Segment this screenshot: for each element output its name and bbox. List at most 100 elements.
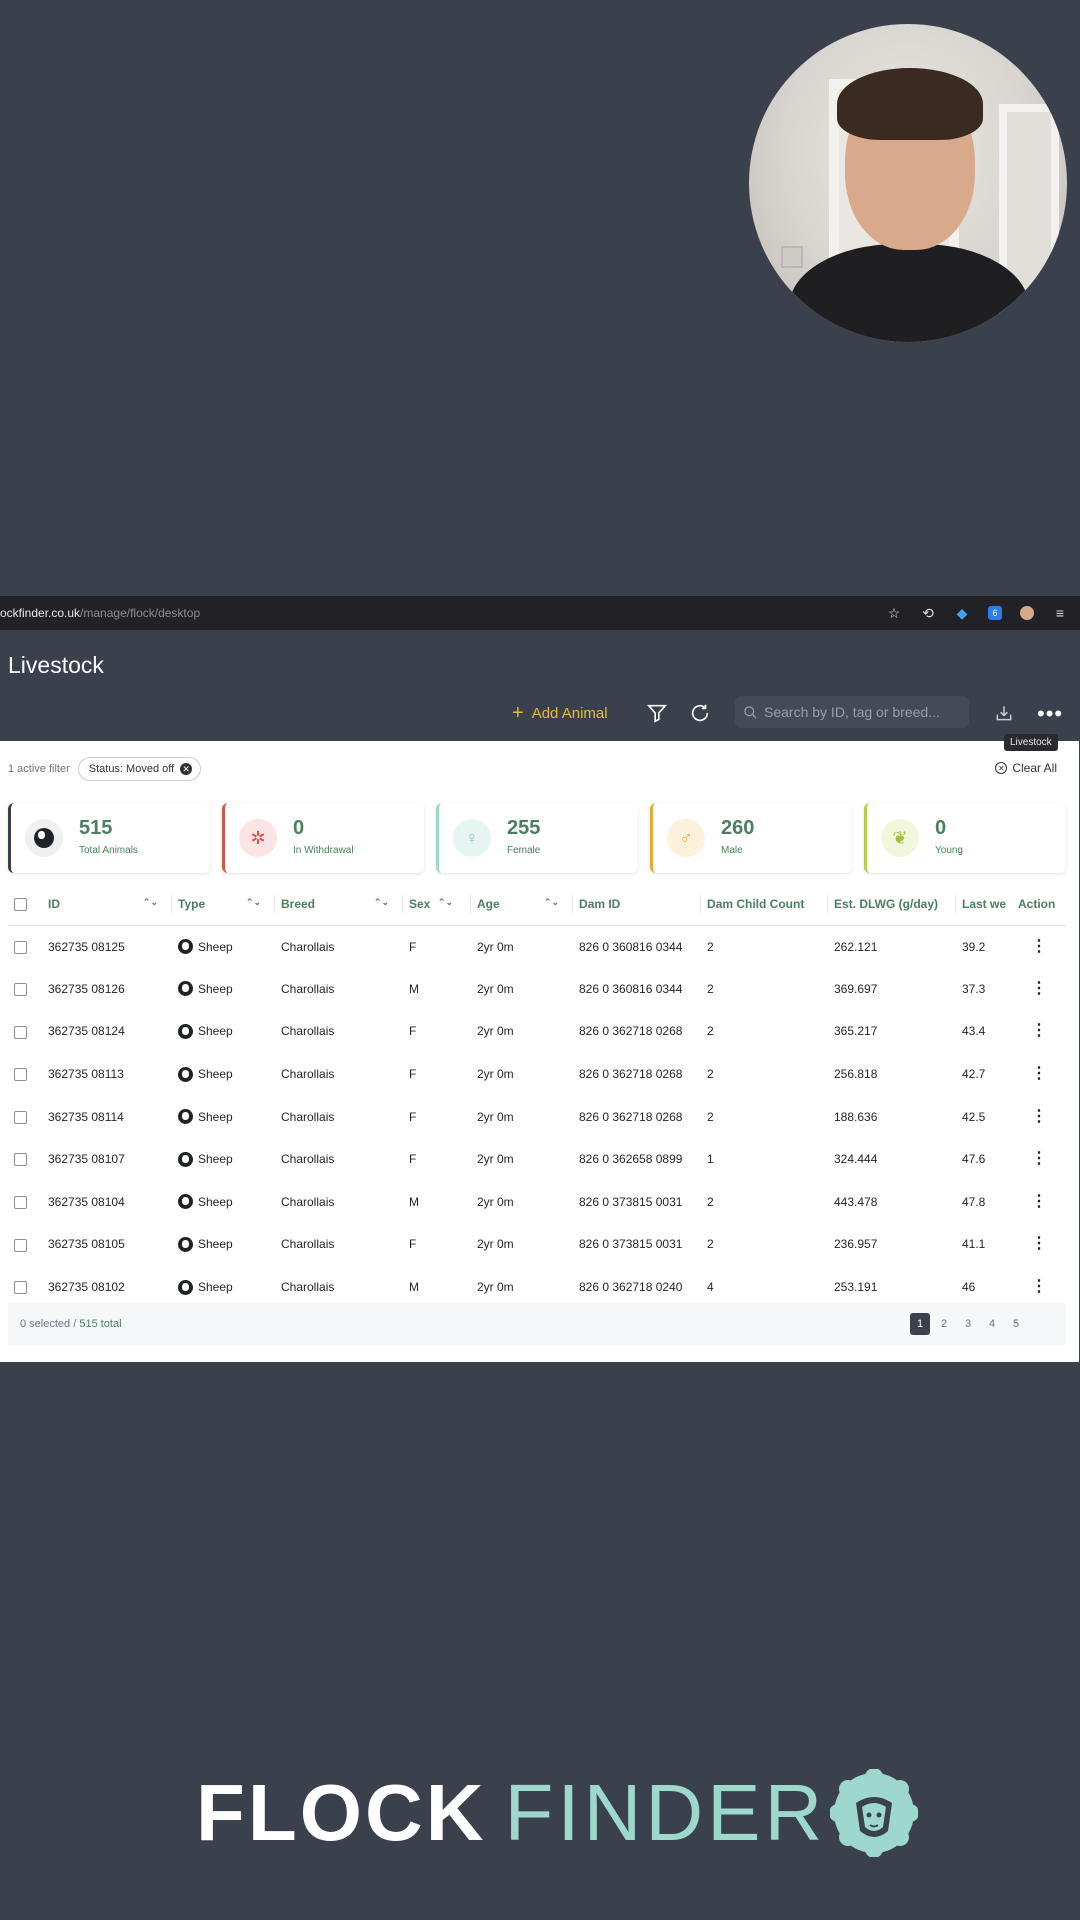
row-select-cell[interactable] [8, 1181, 42, 1224]
profile-avatar-icon[interactable] [1020, 606, 1034, 620]
row-checkbox[interactable] [14, 1196, 27, 1210]
row-checkbox[interactable] [14, 1068, 27, 1082]
row-checkbox[interactable] [14, 1025, 27, 1039]
table-row[interactable]: 362735 08124 Sheep Charollais F 2yr 0m 826 0 … [8, 1010, 1066, 1053]
history-icon[interactable]: ⟲ [920, 605, 936, 621]
row-actions-menu-icon[interactable]: ⋮ [1031, 1065, 1047, 1082]
refresh-icon[interactable] [689, 702, 711, 724]
row-select-cell[interactable] [8, 1223, 42, 1266]
browser-url-bar[interactable]: ockfinder.co.uk/manage/flock/desktop ☆ ⟲… [0, 596, 1080, 630]
row-checkbox[interactable] [14, 940, 27, 954]
stat-label: In Withdrawal [293, 845, 354, 856]
row-select-cell[interactable] [8, 1095, 42, 1138]
extension-diamond-icon[interactable]: ◆ [954, 605, 970, 621]
row-actions-menu-icon[interactable]: ⋮ [1031, 1193, 1047, 1210]
cell-dam-id: 826 0 360816 0344 [579, 981, 683, 996]
cell-last-weight: 43.4 [962, 1024, 986, 1039]
sort-icon[interactable]: ⌃⌄ [544, 897, 559, 908]
add-animal-button[interactable]: + Add Animal [512, 703, 608, 723]
menu-hamburger-icon[interactable]: ≡ [1052, 605, 1068, 621]
cell-type: Sheep [172, 925, 275, 968]
table-row[interactable]: 362735 08107 Sheep Charollais F 2yr 0m 826 0 … [8, 1138, 1066, 1181]
search-field[interactable] [735, 696, 969, 728]
row-checkbox[interactable] [14, 1238, 27, 1252]
column-header-age[interactable]: Age ⌃⌄ [471, 883, 573, 926]
row-actions-menu-icon[interactable]: ⋮ [1031, 938, 1047, 955]
cell-breed: Charollais [281, 939, 335, 954]
table-row[interactable]: 362735 08104 Sheep Charollais M 2yr 0m 826 0 … [8, 1181, 1066, 1224]
column-header-sex[interactable]: Sex ⌃⌄ [403, 883, 471, 926]
row-select-cell[interactable] [8, 925, 42, 968]
sort-icon[interactable]: ⌃⌄ [143, 897, 158, 908]
page-button[interactable]: 1 [910, 1313, 930, 1335]
column-header-last-weight[interactable]: Last we [956, 883, 1012, 926]
cell-breed: Charollais [281, 1067, 335, 1082]
table-row[interactable]: 362735 08105 Sheep Charollais F 2yr 0m 826 0 … [8, 1223, 1066, 1266]
cell-breed: Charollais [281, 1280, 335, 1295]
row-select-cell[interactable] [8, 968, 42, 1011]
column-header-breed[interactable]: Breed ⌃⌄ [275, 883, 403, 926]
row-actions-menu-icon[interactable]: ⋮ [1031, 1278, 1047, 1295]
cell-dam-child-count: 4 [707, 1280, 714, 1295]
row-checkbox[interactable] [14, 1110, 27, 1124]
column-label: Type [178, 896, 206, 911]
row-actions-menu-icon[interactable]: ⋮ [1031, 980, 1047, 997]
remove-filter-icon[interactable]: ✕ [180, 763, 193, 775]
download-icon[interactable] [994, 702, 1014, 724]
column-header-dam-child-count[interactable]: Dam Child Count [701, 883, 828, 926]
column-header-type[interactable]: Type ⌃⌄ [172, 883, 275, 926]
cell-last-weight: 42.7 [962, 1067, 986, 1082]
row-select-cell[interactable] [8, 1266, 42, 1309]
search-input[interactable] [764, 704, 964, 720]
table-row[interactable]: 362735 08102 Sheep Charollais M 2yr 0m 826 0 … [8, 1266, 1066, 1309]
sort-icon[interactable]: ⌃⌄ [438, 897, 453, 908]
cell-dam-id: 826 0 362718 0268 [579, 1067, 683, 1082]
stat-label: Male [721, 845, 743, 856]
type-label: Sheep [198, 939, 233, 954]
bookmark-star-icon[interactable]: ☆ [886, 605, 902, 621]
column-label: Dam Child Count [707, 896, 805, 911]
clear-all-button[interactable]: ✕ Clear All [995, 761, 1057, 775]
type-label: Sheep [198, 1024, 233, 1039]
row-actions-menu-icon[interactable]: ⋮ [1031, 1150, 1047, 1167]
column-header-dam-id[interactable]: Dam ID [573, 883, 701, 926]
page-button[interactable]: 5 [1006, 1313, 1026, 1335]
filter-icon[interactable] [646, 702, 668, 724]
row-select-cell[interactable] [8, 1053, 42, 1096]
livestock-panel: 1 active filter Status: Moved off ✕ ✕ Cl… [0, 741, 1079, 1362]
row-actions-menu-icon[interactable]: ⋮ [1031, 1108, 1047, 1125]
presenter-body [789, 244, 1029, 342]
cell-breed: Charollais [281, 1194, 335, 1209]
row-checkbox[interactable] [14, 1281, 27, 1295]
select-all-header[interactable] [8, 883, 42, 926]
sort-icon[interactable]: ⌃⌄ [374, 897, 389, 908]
cell-dam-child-count: 2 [707, 1109, 714, 1124]
row-checkbox[interactable] [14, 1153, 27, 1167]
more-options-icon[interactable]: ••• [1037, 703, 1063, 725]
row-checkbox[interactable] [14, 983, 27, 997]
table-row[interactable]: 362735 08126 Sheep Charollais M 2yr 0m 826 0 … [8, 968, 1066, 1011]
row-select-cell[interactable] [8, 1138, 42, 1181]
table-row[interactable]: 362735 08125 Sheep Charollais F 2yr 0m 826 0 … [8, 925, 1066, 968]
table-row[interactable]: 362735 08114 Sheep Charollais F 2yr 0m 826 0 … [8, 1095, 1066, 1138]
select-all-checkbox[interactable] [14, 897, 27, 911]
row-actions-menu-icon[interactable]: ⋮ [1031, 1022, 1047, 1039]
selection-summary: 0 selected / 515 total [8, 1318, 122, 1330]
cell-dam-id: 826 0 362718 0268 [579, 1024, 683, 1039]
table-row[interactable]: 362735 08113 Sheep Charollais F 2yr 0m 826 0 … [8, 1053, 1066, 1096]
column-label: Action [1018, 896, 1056, 911]
row-select-cell[interactable] [8, 1010, 42, 1053]
url-text[interactable]: ockfinder.co.uk/manage/flock/desktop [0, 606, 200, 620]
cell-id: 362735 08124 [48, 1024, 125, 1039]
filter-chip[interactable]: Status: Moved off ✕ [77, 757, 202, 781]
sort-icon[interactable]: ⌃⌄ [246, 897, 261, 908]
extension-badge-icon[interactable]: 6 [988, 606, 1002, 620]
page-title: Livestock [8, 652, 104, 678]
row-actions-menu-icon[interactable]: ⋮ [1031, 1235, 1047, 1252]
page-button[interactable]: 3 [958, 1313, 978, 1335]
column-header-id[interactable]: ID ⌃⌄ [42, 883, 172, 926]
page-button[interactable]: 4 [982, 1313, 1002, 1335]
page-button[interactable]: 2 [934, 1313, 954, 1335]
column-header-dlwg[interactable]: Est. DLWG (g/day) [828, 883, 956, 926]
type-label: Sheep [198, 1152, 233, 1167]
